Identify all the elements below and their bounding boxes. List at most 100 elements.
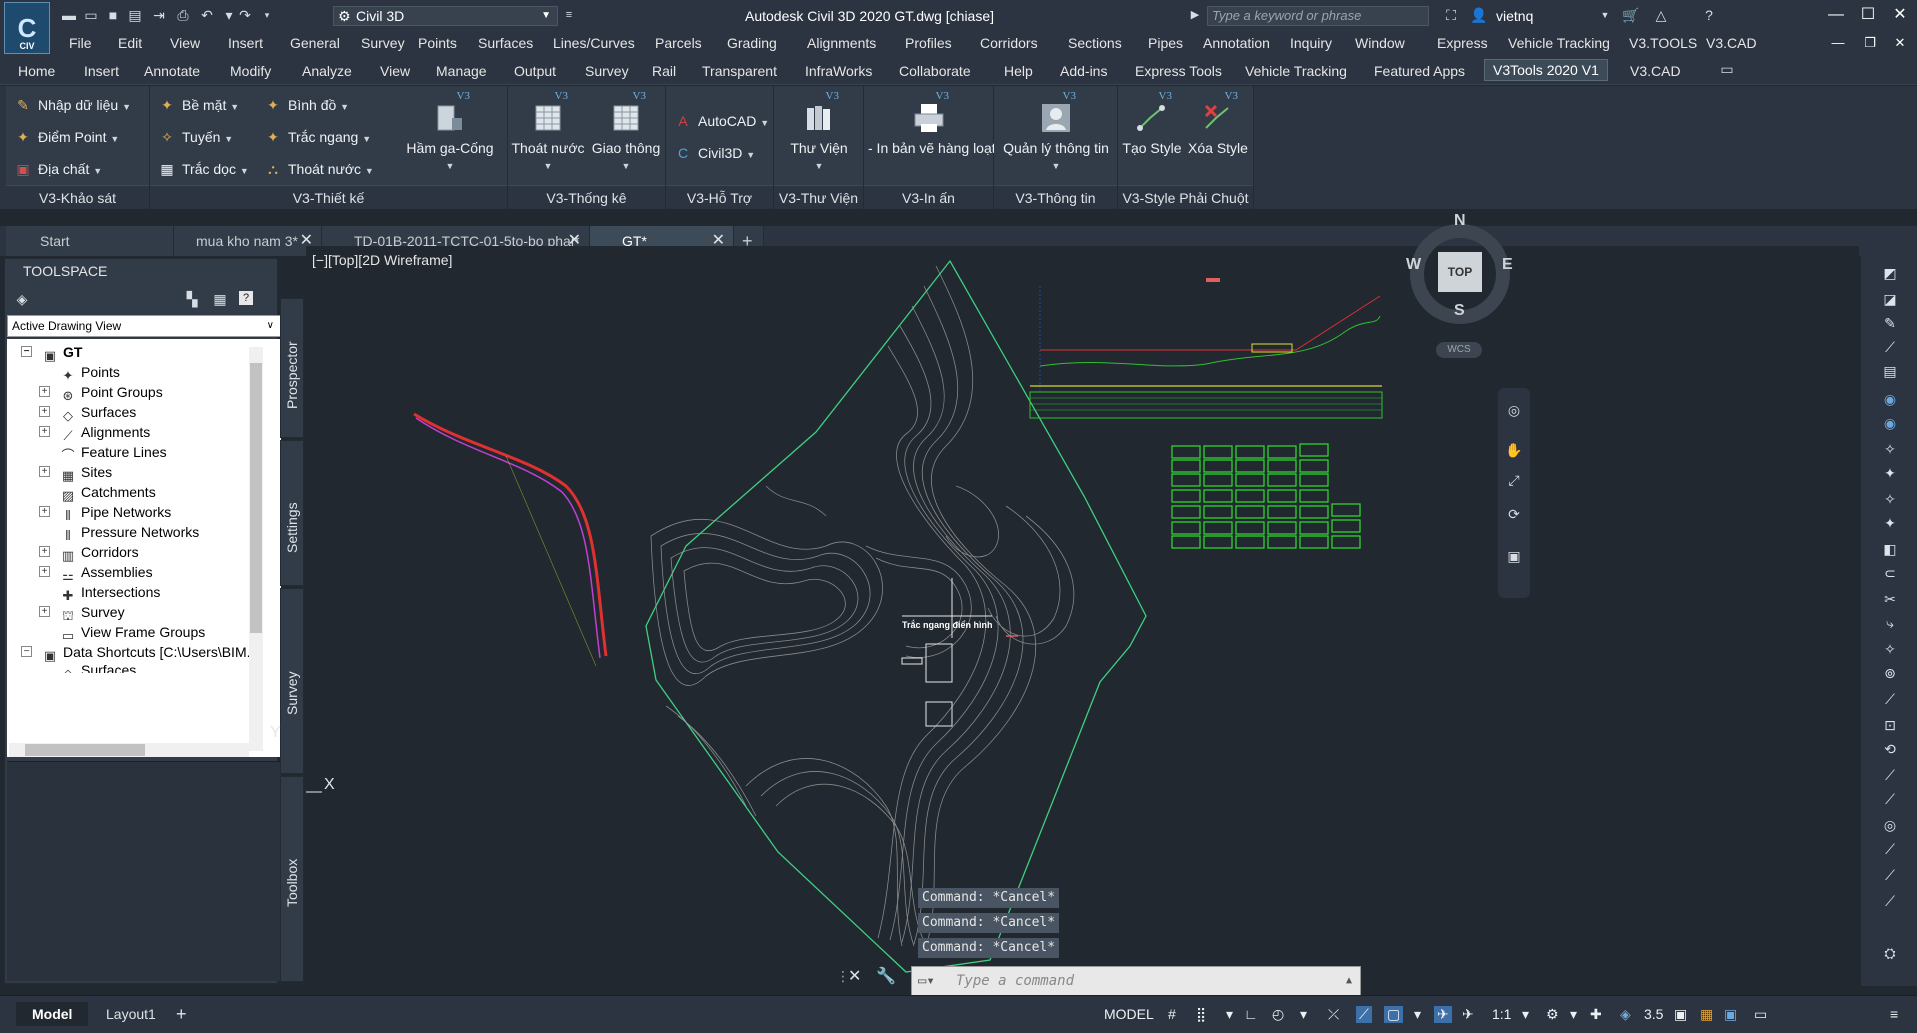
tool-icon-27[interactable]: ⛭ — [1881, 944, 1899, 962]
new-file-icon[interactable]: ▬ — [60, 7, 78, 23]
menu-express[interactable]: Express — [1437, 35, 1488, 51]
tool-icon-4[interactable]: ⟋ — [1881, 338, 1899, 356]
annotation-scale[interactable]: 1:1 — [1492, 1006, 1511, 1022]
collapse-icon[interactable]: − — [21, 346, 32, 357]
tab-insert[interactable]: Insert — [84, 63, 119, 79]
tab-v3tools-2020[interactable]: V3Tools 2020 V1 — [1484, 59, 1608, 81]
clean-screen-icon[interactable]: ▭ — [1754, 1006, 1767, 1023]
isodraft-icon[interactable]: ⤫ — [1328, 1006, 1339, 1023]
layers-icon[interactable]: ◈ — [1620, 1006, 1631, 1023]
tree-item-points[interactable]: ✦ Points — [59, 361, 120, 383]
dia-chat-button[interactable]: ▣ Địa chất ▼ — [12, 158, 102, 180]
ham-ga-cong-button[interactable]: V3 Hầm ga-Cống ▼ — [402, 90, 498, 172]
tab-analyze[interactable]: Analyze — [302, 63, 352, 79]
tool-icon-16[interactable]: ✧ — [1881, 640, 1899, 658]
menu-v3cad[interactable]: V3.CAD — [1706, 35, 1757, 51]
tab-modify[interactable]: Modify — [230, 63, 271, 79]
tool-icon-21[interactable]: ⟋ — [1881, 766, 1899, 784]
menu-vehicle-tracking[interactable]: Vehicle Tracking — [1508, 35, 1610, 51]
expand-icon[interactable]: + — [39, 386, 50, 397]
help-icon[interactable]: ? — [239, 291, 253, 305]
tab-transparent[interactable]: Transparent — [702, 63, 777, 79]
compass-east[interactable]: E — [1502, 256, 1513, 274]
be-mat-button[interactable]: ✦ Bề mặt ▼ — [156, 94, 239, 116]
customize-wrench-icon[interactable]: 🔧 — [876, 966, 896, 990]
tab-v3cad[interactable]: V3.CAD — [1630, 63, 1681, 79]
trac-ngang-button[interactable]: ✦ Trắc ngang ▼ — [262, 126, 371, 148]
tab-home[interactable]: Home — [18, 63, 55, 79]
search-expand-icon[interactable]: ▶ — [1186, 7, 1204, 23]
menu-view[interactable]: View — [170, 35, 200, 51]
side-tab-toolbox[interactable]: Toolbox — [280, 776, 304, 982]
qa-more-icon[interactable]: ≡ — [560, 7, 578, 23]
graphics-icon[interactable]: ▦ — [1700, 1006, 1713, 1023]
menu-annotation[interactable]: Annotation — [1203, 35, 1270, 51]
tab-featured-apps[interactable]: Featured Apps — [1374, 63, 1465, 79]
thoat-nuoc-button[interactable]: ⛬ Thoát nước ▼ — [262, 158, 374, 180]
tool-icon-11[interactable]: ✦ — [1881, 514, 1899, 532]
tree-horizontal-scrollbar[interactable] — [9, 743, 249, 757]
annotation-monitor-icon[interactable]: ✚ — [1590, 1006, 1602, 1023]
compass-north[interactable]: N — [1454, 212, 1466, 230]
binh-do-button[interactable]: ✦ Bình đồ ▼ — [262, 94, 349, 116]
doc-restore-icon[interactable]: ❐ — [1856, 32, 1884, 54]
tree-item-pipe-networks[interactable]: + ⫴ Pipe Networks — [39, 501, 171, 523]
tool-icon-10[interactable]: ✧ — [1881, 490, 1899, 508]
tool-icon-1[interactable]: ◩ — [1881, 264, 1899, 282]
tree-root-gt[interactable]: − ▣ GT — [21, 341, 82, 363]
side-tab-settings[interactable]: Settings — [280, 440, 304, 586]
menu-corridors[interactable]: Corridors — [980, 35, 1038, 51]
h-scroll-thumb[interactable] — [25, 744, 145, 756]
menu-lines-curves[interactable]: Lines/Curves — [553, 35, 635, 51]
chevron-down-icon[interactable]: ▾ — [1300, 1006, 1307, 1023]
user-dropdown-icon[interactable]: ▼ — [1596, 7, 1614, 23]
customize-icon[interactable]: ≡ — [1890, 1006, 1898, 1022]
menu-file[interactable]: File — [69, 35, 92, 51]
pan-icon[interactable]: ✋ — [1505, 442, 1523, 458]
workspace-select[interactable]: ⚙ Civil 3D ▼ — [333, 6, 558, 26]
maximize-icon[interactable]: ☐ — [1854, 4, 1882, 26]
tree-item-surfaces[interactable]: + ◇ Surfaces — [39, 401, 136, 423]
tool-icon-19[interactable]: ⊡ — [1881, 716, 1899, 734]
autocad-button[interactable]: A AutoCAD ▼ — [672, 110, 769, 132]
expand-icon[interactable]: + — [39, 566, 50, 577]
quan-ly-thong-tin-button[interactable]: V3 Quản lý thông tin ▼ — [996, 90, 1116, 172]
toolspace-settings-icon[interactable]: ◈ — [13, 291, 31, 307]
close-icon[interactable]: ✕ — [848, 966, 868, 990]
tree-item-intersections[interactable]: ✚ Intersections — [59, 581, 161, 603]
viewport-controls-label[interactable]: [−][Top][2D Wireframe] — [312, 252, 452, 268]
globe-icon-2[interactable]: ◉ — [1881, 414, 1899, 432]
menu-profiles[interactable]: Profiles — [905, 35, 952, 51]
layout-tab-model[interactable]: Model — [16, 1002, 89, 1026]
command-input[interactable]: ▭▾ Type a command ▲ — [911, 966, 1361, 996]
globe-icon[interactable]: ◉ — [1881, 390, 1899, 408]
expand-icon[interactable]: + — [39, 466, 50, 477]
xoa-style-button[interactable]: V3 Xóa Style — [1186, 90, 1250, 156]
redo-icon[interactable]: ↷ — [236, 7, 254, 23]
object-snap-tracking-icon[interactable]: ⟋ — [1356, 1006, 1372, 1023]
workspace-gear-icon[interactable]: ⚙ — [1546, 1006, 1559, 1023]
tab-express-tools[interactable]: Express Tools — [1135, 63, 1222, 79]
tree-item-alignments[interactable]: + ⟋ Alignments — [39, 421, 150, 443]
tab-view[interactable]: View — [380, 63, 410, 79]
side-tab-survey[interactable]: Survey — [280, 588, 304, 774]
tab-vehicle-tracking[interactable]: Vehicle Tracking — [1245, 63, 1347, 79]
command-prompt-icon[interactable]: ▭▾ — [918, 967, 935, 995]
tab-annotate[interactable]: Annotate — [144, 63, 200, 79]
print-icon[interactable]: ⎙ — [174, 7, 192, 23]
layout-tab-layout1[interactable]: Layout1 — [90, 1002, 172, 1026]
qa-customize-icon[interactable]: ▾ — [258, 7, 276, 23]
chevron-down-icon[interactable]: ▾ — [1522, 1006, 1529, 1023]
close-icon[interactable]: ✕ — [1886, 4, 1914, 26]
help-icon[interactable]: ? — [1700, 7, 1718, 23]
viewcube-top[interactable]: TOP — [1438, 252, 1482, 292]
giao-thong-button[interactable]: V3 Giao thông ▼ — [588, 90, 664, 172]
tool-icon-14[interactable]: ✂ — [1881, 590, 1899, 608]
tool-icon-22[interactable]: ⟋ — [1881, 790, 1899, 808]
doc-tab-start[interactable]: Start — [6, 226, 174, 256]
menu-alignments[interactable]: Alignments — [807, 35, 876, 51]
menu-points[interactable]: Points — [418, 35, 457, 51]
menu-inquiry[interactable]: Inquiry — [1290, 35, 1332, 51]
annotation-visibility-icon[interactable]: ✈ — [1434, 1006, 1452, 1023]
menu-insert[interactable]: Insert — [228, 35, 263, 51]
